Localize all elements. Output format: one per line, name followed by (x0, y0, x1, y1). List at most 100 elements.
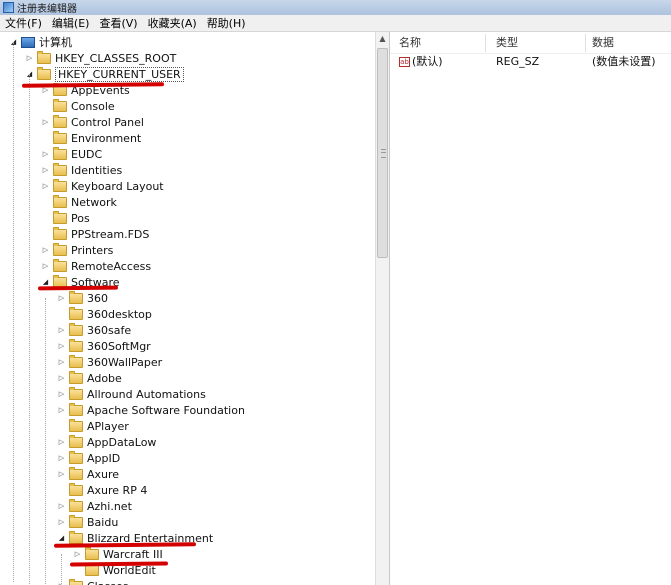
expand-triangle-icon[interactable]: ▷ (57, 518, 66, 526)
value-row-name[interactable]: ab (默认) (399, 54, 443, 70)
tree-node[interactable]: ▷ AppDataLow (57, 434, 156, 450)
folder-icon (69, 530, 83, 544)
scroll-thumb[interactable] (377, 48, 388, 258)
tree-node[interactable]: ▷ Control Panel (41, 114, 144, 130)
folder-icon (53, 210, 67, 224)
folder-icon (69, 386, 83, 400)
folder-icon (53, 162, 67, 176)
computer-icon (21, 36, 35, 48)
tree-node[interactable]: ▷ 360 (57, 290, 108, 306)
column-header-name[interactable]: 名称 (399, 34, 421, 52)
tree-node[interactable]: ▷ Warcraft III (73, 546, 163, 562)
expand-triangle-icon[interactable]: ▷ (57, 358, 66, 366)
tree-node[interactable]: Network (41, 194, 117, 210)
expand-triangle-icon[interactable]: ▷ (41, 246, 50, 254)
folder-icon (53, 130, 67, 144)
value-type: REG_SZ (496, 55, 540, 68)
folder-icon (53, 242, 67, 256)
tree-node[interactable]: ◢ HKEY_CURRENT_USER (25, 66, 184, 82)
folder-icon (69, 578, 83, 585)
title-bar: 注册表编辑器 (0, 0, 671, 15)
tree-guide-line (45, 298, 46, 585)
tree-node[interactable]: Axure RP 4 (57, 482, 147, 498)
menu-help[interactable]: 帮助(H) (202, 15, 251, 31)
tree-node[interactable]: 360desktop (57, 306, 152, 322)
tree-node[interactable]: ▷ Printers (41, 242, 113, 258)
menu-file[interactable]: 文件(F) (0, 15, 47, 31)
expand-triangle-icon[interactable]: ▷ (41, 118, 50, 126)
expand-triangle-icon[interactable]: ▷ (57, 470, 66, 478)
tree-node-label: 360safe (87, 323, 132, 337)
menu-favorites[interactable]: 收藏夹(A) (143, 15, 202, 31)
collapse-triangle-icon[interactable]: ◢ (57, 534, 66, 542)
tree-node[interactable]: ▷ 360SoftMgr (57, 338, 151, 354)
menu-view[interactable]: 查看(V) (94, 15, 142, 31)
tree-node[interactable]: ▷ Adobe (57, 370, 122, 386)
folder-icon (69, 418, 83, 432)
tree-node[interactable]: Pos (41, 210, 90, 226)
tree-node[interactable]: Console (41, 98, 115, 114)
tree-node-label: Azhi.net (87, 499, 132, 513)
scroll-up-arrow-icon[interactable]: ▲ (376, 32, 389, 46)
expand-triangle-icon[interactable]: ▷ (57, 502, 66, 510)
tree-node[interactable]: ▷ Allround Automations (57, 386, 206, 402)
folder-icon (53, 114, 67, 128)
tree-node[interactable]: ▷ Azhi.net (57, 498, 132, 514)
tree-node-label: Identities (71, 163, 123, 177)
tree-node-label: APlayer (87, 419, 129, 433)
tree-node[interactable]: ▷ 360WallPaper (57, 354, 162, 370)
collapse-triangle-icon[interactable]: ◢ (41, 278, 50, 286)
tree-guide-line (29, 74, 30, 585)
expand-triangle-icon[interactable]: ▷ (57, 406, 66, 414)
expand-triangle-icon[interactable]: ▷ (57, 390, 66, 398)
expand-triangle-icon[interactable]: ▷ (57, 438, 66, 446)
window-title: 注册表编辑器 (17, 4, 77, 15)
expand-triangle-icon[interactable]: ▷ (57, 294, 66, 302)
tree-node[interactable]: ▷ RemoteAccess (41, 258, 151, 274)
column-separator[interactable] (585, 34, 586, 52)
expand-triangle-icon[interactable]: ▷ (41, 166, 50, 174)
tree-node[interactable]: Environment (41, 130, 141, 146)
tree-node[interactable]: ▷ AppID (57, 450, 120, 466)
expand-triangle-icon[interactable]: ▷ (73, 550, 82, 558)
expand-triangle-icon[interactable]: ▷ (41, 262, 50, 270)
tree-node[interactable]: ▷Classes (57, 578, 128, 585)
value-data: (数值未设置) (592, 55, 656, 68)
tree-node[interactable]: ▷ Apache Software Foundation (57, 402, 245, 418)
expand-triangle-icon[interactable]: ▷ (25, 54, 34, 62)
tree-node[interactable]: ▷ 360safe (57, 322, 131, 338)
tree-node-label: Printers (71, 243, 114, 257)
registry-tree[interactable]: ◢ 计算机 ▷ HKEY_CLASSES_ROOT ◢ HKEY_CURRENT_USER… (0, 32, 375, 585)
menu-edit[interactable]: 编辑(E) (47, 15, 95, 31)
expand-triangle-icon[interactable]: ▷ (57, 454, 66, 462)
folder-icon (69, 514, 83, 528)
expand-triangle-icon[interactable]: ▷ (41, 150, 50, 158)
expand-triangle-icon[interactable]: ▷ (57, 374, 66, 382)
folder-icon (69, 482, 83, 496)
folder-icon (69, 290, 83, 304)
values-pane[interactable]: 名称 类型 数据 ab (默认) REG_SZ (数值未设置) (389, 32, 671, 585)
tree-node-label: Apache Software Foundation (87, 403, 245, 417)
tree-node[interactable]: ▷ HKEY_CLASSES_ROOT (25, 50, 176, 66)
tree-node[interactable]: ▷ Axure (57, 466, 119, 482)
tree-node[interactable]: ▷ Keyboard Layout (41, 178, 164, 194)
tree-vertical-scrollbar[interactable]: ▲ (375, 32, 389, 585)
column-header-data[interactable]: 数据 (592, 34, 614, 52)
column-header-type[interactable]: 类型 (496, 34, 518, 52)
tree-node[interactable]: PPStream.FDS (41, 226, 149, 242)
tree-node-label: PPStream.FDS (71, 227, 150, 241)
expand-triangle-icon[interactable]: ▷ (57, 342, 66, 350)
tree-node-label: Axure RP 4 (87, 483, 148, 497)
tree-node[interactable]: ◢ 计算机 (9, 34, 72, 50)
folder-icon (53, 98, 67, 112)
column-separator[interactable] (485, 34, 486, 52)
tree-node[interactable]: ▷ Identities (41, 162, 122, 178)
tree-node[interactable]: APlayer (57, 418, 129, 434)
tree-node[interactable]: ▷ EUDC (41, 146, 102, 162)
folder-icon (69, 338, 83, 352)
tree-node-label: Keyboard Layout (71, 179, 164, 193)
tree-node[interactable]: ▷ Baidu (57, 514, 118, 530)
expand-triangle-icon[interactable]: ▷ (57, 326, 66, 334)
expand-triangle-icon[interactable]: ▷ (41, 182, 50, 190)
tree-node-label: Console (71, 99, 115, 113)
